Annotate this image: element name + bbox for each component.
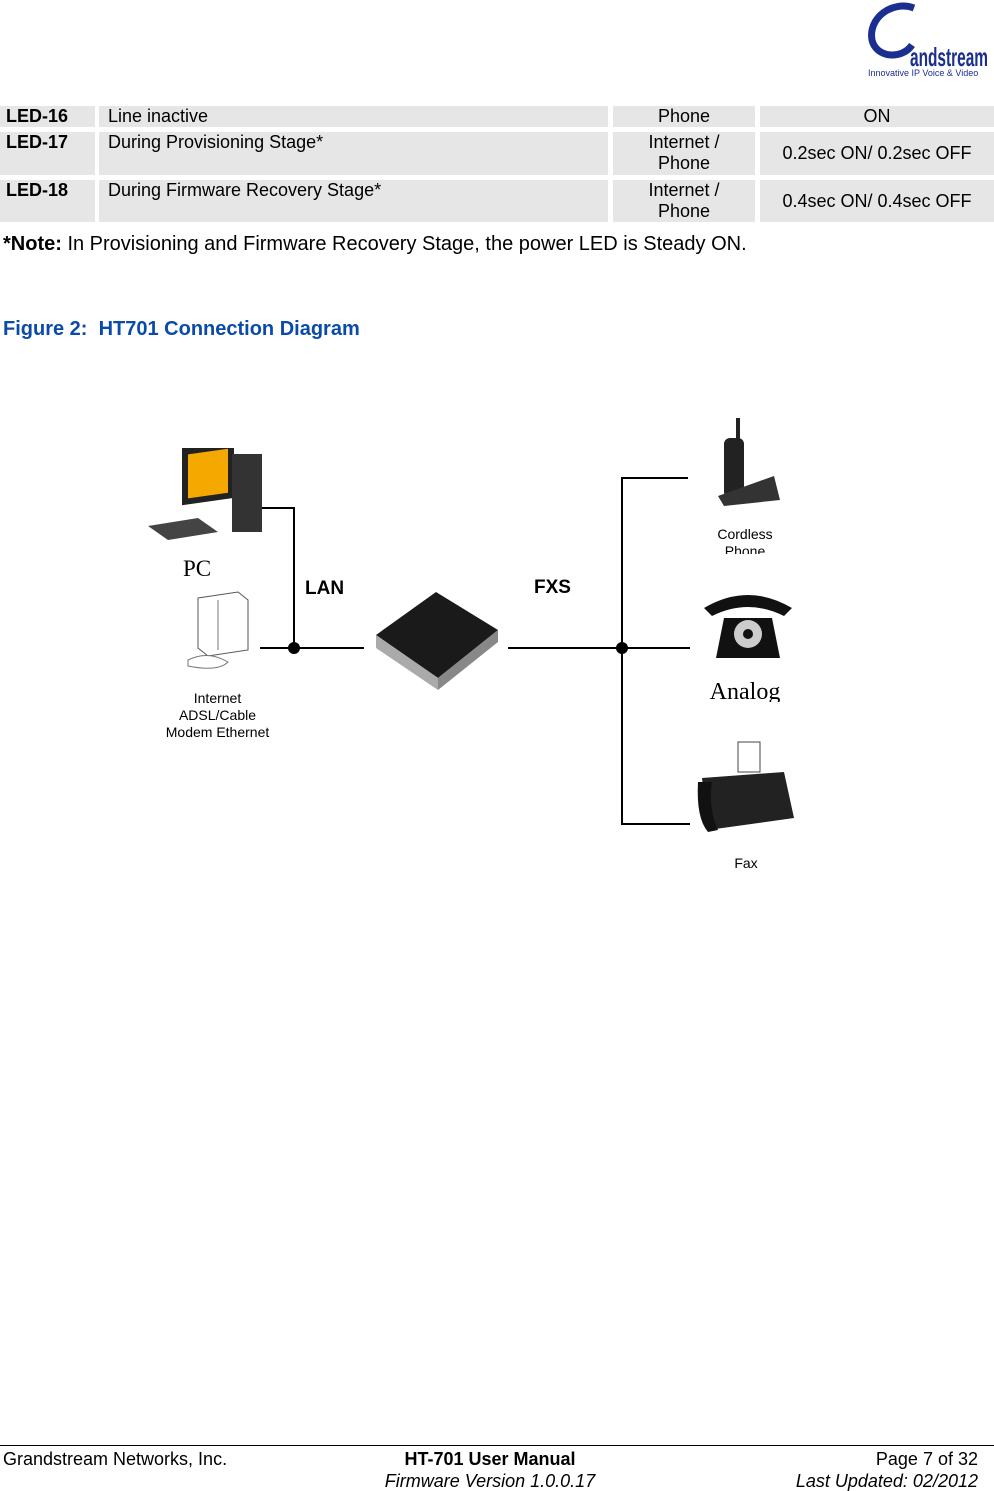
footer-firmware: Firmware Version 1.0.0.17 xyxy=(384,1471,596,1491)
led-id: LED-18 xyxy=(0,180,95,222)
footer-updated: Last Updated: 02/2012 xyxy=(795,1471,978,1491)
led-name: Internet / Phone xyxy=(613,132,755,175)
fxs-label: FXS xyxy=(534,577,571,598)
led-name: Phone xyxy=(613,106,755,127)
connector-line xyxy=(262,507,295,509)
led-status: ON xyxy=(760,106,994,127)
led-status: 0.2sec ON/ 0.2sec OFF xyxy=(760,132,994,175)
connector-line xyxy=(621,823,690,825)
connector-line xyxy=(293,507,295,649)
connector-line xyxy=(260,647,364,649)
led-status: 0.4sec ON/ 0.4sec OFF xyxy=(760,180,994,222)
pc-label: PC xyxy=(183,556,212,581)
cordless-phone-icon xyxy=(718,418,780,506)
footer-company: Grandstream Networks, Inc. xyxy=(3,1449,228,1469)
fax-icon xyxy=(697,741,794,832)
junction-dot xyxy=(616,642,628,654)
connector-line xyxy=(508,647,690,649)
note: *Note: In Provisioning and Firmware Reco… xyxy=(3,233,747,256)
grandstream-logo: andstream Innovative IP Voice & Video xyxy=(862,0,990,82)
note-label: *Note: xyxy=(3,233,62,255)
led-id: LED-17 xyxy=(0,132,95,175)
junction-dot xyxy=(288,642,300,654)
connector-line xyxy=(621,477,688,479)
cordless-phone-label: Cordless Phone xyxy=(717,526,773,554)
analog-label: Analog xyxy=(709,679,781,702)
pc-icon xyxy=(148,448,262,540)
modem-label-line: Modem Ethernet xyxy=(165,724,270,740)
led-name: Internet / Phone xyxy=(613,180,755,222)
figure-caption: Figure 2: HT701 Connection Diagram xyxy=(3,318,360,340)
lan-label: LAN xyxy=(305,578,345,599)
fax-label: Fax xyxy=(734,855,758,871)
note-text: In Provisioning and Firmware Recovery St… xyxy=(61,233,747,255)
led-description: Line inactive xyxy=(99,106,608,127)
led-id: LED-16 xyxy=(0,106,95,127)
led-description: During Provisioning Stage* xyxy=(99,132,608,175)
analog-phone-icon xyxy=(704,595,792,658)
modem-icon xyxy=(187,591,249,669)
footer-divider xyxy=(0,1445,994,1446)
led-description: During Firmware Recovery Stage* xyxy=(99,180,608,222)
modem-label: Internet ADSL/Cable Modem Ethernet xyxy=(150,690,285,741)
modem-label-line: ADSL/Cable xyxy=(178,707,257,723)
modem-label-line: Internet xyxy=(193,690,242,706)
document-page: andstream Innovative IP Voice & Video LE… xyxy=(0,0,994,1491)
logo-tagline: Innovative IP Voice & Video xyxy=(868,68,979,78)
footer-page: Page 7 of 32 xyxy=(875,1449,978,1469)
footer-title: HT-701 User Manual xyxy=(404,1449,576,1469)
ht701-device-icon xyxy=(376,592,498,690)
